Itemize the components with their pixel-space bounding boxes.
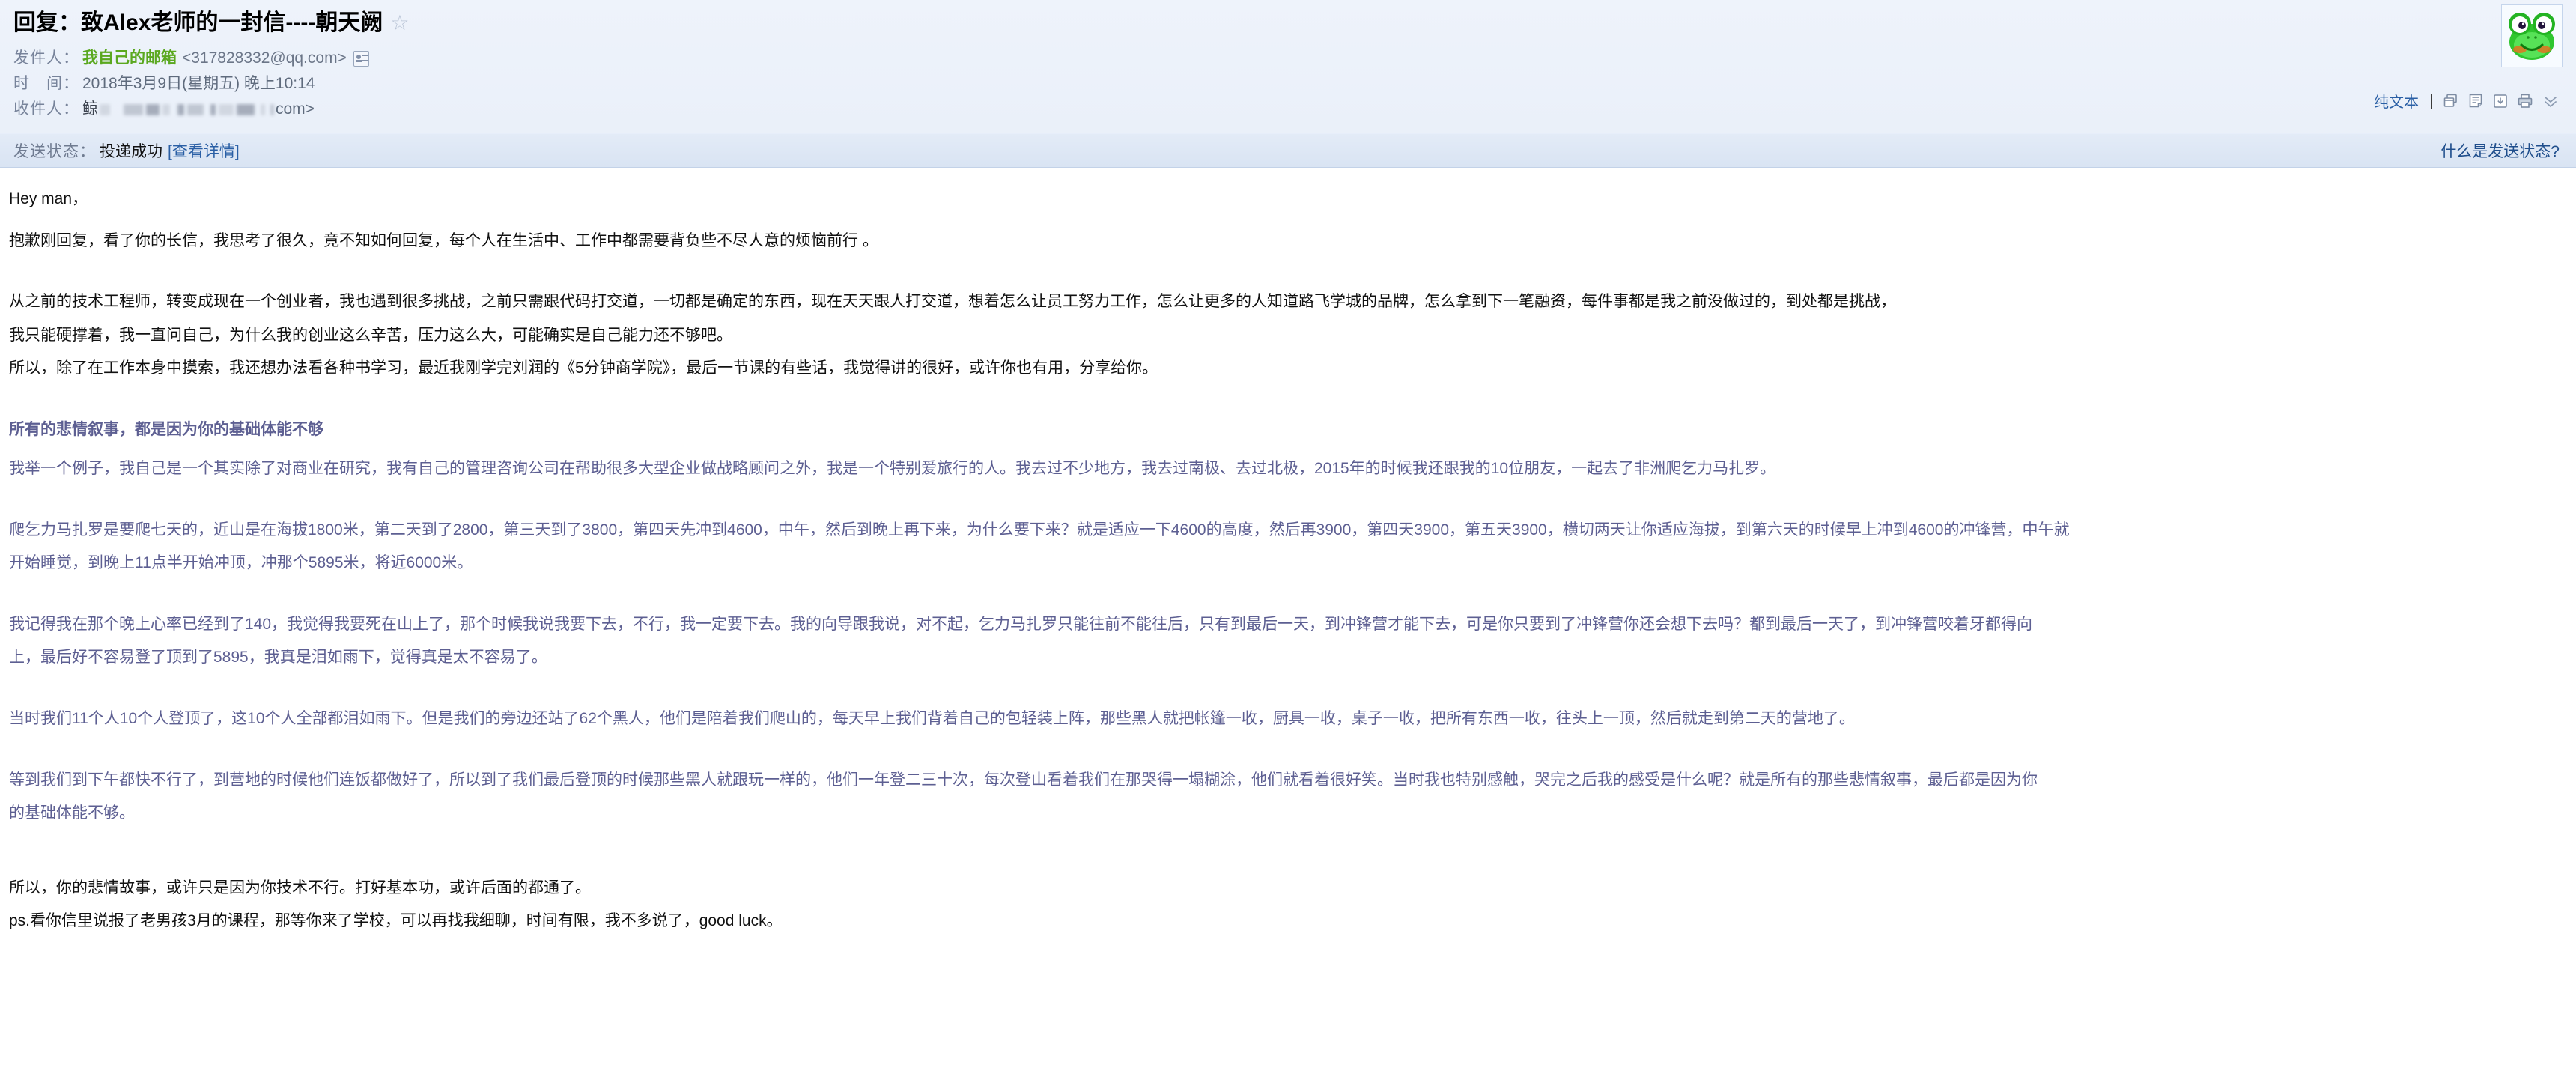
redacted-block (270, 103, 274, 115)
what-is-send-status-link[interactable]: 什么是发送状态? (2440, 139, 2560, 162)
header-toolbar: 纯文本 (2374, 90, 2560, 112)
print-icon[interactable] (2517, 93, 2535, 109)
sender-name[interactable]: 我自己的邮箱 (82, 46, 177, 71)
note-edit-icon[interactable] (2467, 93, 2485, 109)
recipient-address-tail: com> (276, 100, 315, 118)
body-paragraph: 等到我们到下午都快不行了，到营地的时候他们连饭都做好了，所以到了我们最后登顶的时… (9, 771, 2038, 789)
redacted-block (237, 103, 255, 115)
toolbar-divider (2431, 93, 2432, 109)
body-paragraph: 我记得我在那个晚上心率已经到了140，我觉得我要死在山上了，那个时候我说我要下去… (9, 615, 2033, 633)
plaintext-toggle-button[interactable]: 纯文本 (2374, 90, 2419, 112)
recipient-label: 收件人： (13, 100, 79, 118)
chevron-double-down-icon[interactable] (2542, 93, 2560, 109)
body-paragraph: 抱歉刚回复，看了你的长信，我思考了很久，竟不知如何回复，每个人在生活中、工作中都… (9, 231, 878, 249)
recipient-name: 鲸 (82, 100, 98, 118)
redacted-block (210, 103, 216, 115)
body-paragraph: 所以，除了在工作本身中摸索，我还想办法看各种书学习，最近我刚学完刘润的《5分钟商… (9, 359, 1158, 377)
time-value: 2018年3月9日(星期五) 晚上10:14 (82, 75, 315, 92)
body-paragraph: 所以，你的悲情故事，或许只是因为你技术不行。打好基本功，或许后面的都通了。 (9, 879, 591, 896)
send-status-value: 投递成功 (100, 143, 162, 160)
sender-address: <317828332@qq.com> (182, 49, 347, 67)
mail-header: 回复：致Alex老师的一封信----朝天阙 ☆ 发件人： 我自己的邮箱 <317… (0, 0, 2576, 133)
body-paragraph: 上，最后好不容易登了顶到了5895，我真是泪如雨下，觉得真是太不容易了。 (9, 649, 547, 667)
redacted-block (177, 103, 184, 115)
body-paragraph: ps.看你信里说报了老男孩3月的课程，那等你来了学校，可以再找我细聊，时间有限，… (9, 912, 783, 930)
body-paragraph: 我举一个例子，我自己是一个其实除了对商业在研究，我有自己的管理咨询公司在帮助很多… (9, 460, 1776, 478)
contact-card-icon[interactable] (353, 50, 369, 67)
body-paragraph: 的基础体能不够。 (9, 804, 135, 822)
body-paragraph: 爬乞力马扎罗是要爬七天的，近山是在海拔1800米，第二天到了2800，第三天到了… (9, 521, 2070, 538)
sender-label: 发件人： (13, 49, 79, 67)
body-greeting: Hey man， (9, 190, 88, 207)
subject-row: 回复：致Alex老师的一封信----朝天阙 ☆ (13, 10, 2576, 35)
body-paragraph: 从之前的技术工程师，转变成现在一个创业者，我也遇到很多挑战，之前只需跟代码打交道… (9, 293, 1896, 311)
view-detail-link[interactable]: [查看详情] (168, 139, 240, 162)
body-paragraph: 当时我们11个人10个人登顶了，这10个人全部都泪如雨下。但是我们的旁边还站了6… (9, 710, 1855, 728)
page-title: 回复：致Alex老师的一封信----朝天阙 (13, 10, 383, 35)
sender-row: 发件人： 我自己的邮箱 <317828332@qq.com> (13, 46, 2576, 71)
body-paragraph: 开始睡觉，到晚上11点半开始冲顶，冲那个5895米，将近6000米。 (9, 554, 473, 572)
body-paragraph: 我只能硬撑着，我一直问自己，为什么我的创业这么辛苦，压力这么大，可能确实是自己能… (9, 326, 732, 344)
star-outline-icon[interactable]: ☆ (390, 12, 409, 34)
redacted-block (146, 103, 160, 115)
quote-heading: 所有的悲情叙事，都是因为你的基础体能不够 (9, 420, 323, 438)
mail-body: Hey man， 抱歉刚回复，看了你的长信，我思考了很久，竟不知如何回复，每个人… (0, 168, 2576, 934)
save-download-icon[interactable] (2492, 93, 2510, 109)
redacted-block (162, 103, 170, 115)
send-status-bar: 发送状态： 投递成功 [查看详情] 什么是发送状态? (0, 133, 2576, 168)
redacted-block (187, 103, 204, 115)
new-window-icon[interactable] (2443, 93, 2461, 109)
redacted-block (261, 103, 265, 115)
redacted-block (100, 103, 110, 115)
time-label: 时 间： (13, 75, 79, 92)
redacted-block (219, 103, 234, 115)
frog-avatar-icon (2501, 4, 2563, 67)
recipient-row: 收件人： 鲸 com> (13, 97, 2576, 122)
send-status-label: 发送状态： (13, 143, 96, 160)
time-row: 时 间： 2018年3月9日(星期五) 晚上10:14 (13, 71, 2576, 97)
redacted-block (124, 103, 143, 115)
